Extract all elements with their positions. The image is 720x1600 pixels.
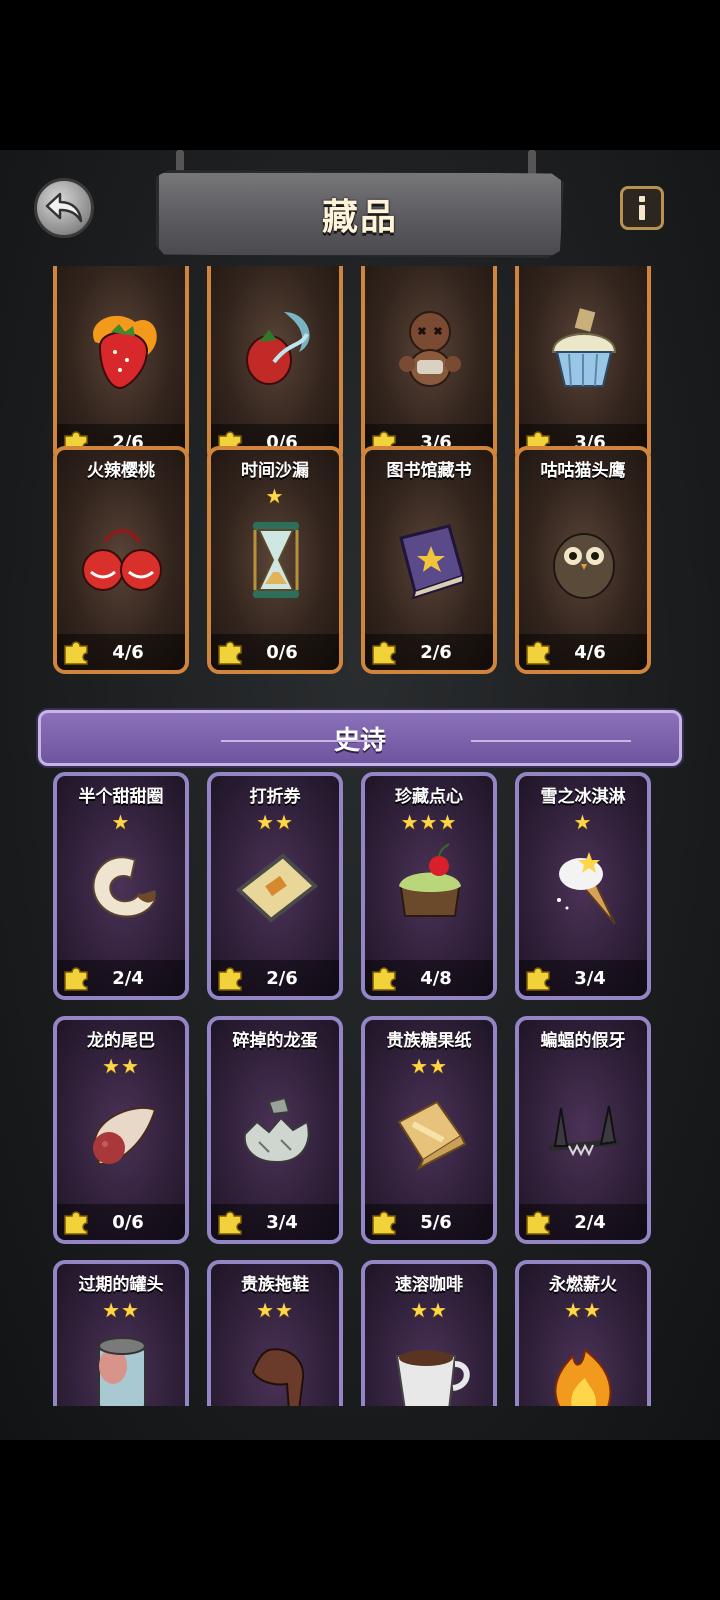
card-stars: ★★ xyxy=(256,1298,294,1322)
card-stars: ★★★ xyxy=(400,810,458,834)
collection-card[interactable]: 打折券 ★★ 2/6 xyxy=(207,772,343,1000)
cake-icon xyxy=(383,838,477,932)
card-name: 咕咕猫头鹰 xyxy=(540,461,626,481)
can-icon xyxy=(75,1326,169,1406)
puzzle-icon xyxy=(64,967,88,991)
card-name: 雪之冰淇淋 xyxy=(540,787,626,807)
collection-card[interactable]: 3/6 xyxy=(515,266,651,464)
info-icon xyxy=(639,196,645,220)
book-icon xyxy=(383,512,477,606)
collection-card[interactable]: 贵族糖果纸 ★★ 5/6 xyxy=(361,1016,497,1244)
section-title: 史诗 xyxy=(333,725,386,756)
puzzle-icon xyxy=(64,641,88,665)
card-name: 图书馆藏书 xyxy=(386,461,472,481)
collection-card[interactable]: 半个甜甜圈 ★ 2/4 xyxy=(53,772,189,1000)
back-button[interactable] xyxy=(34,178,94,238)
puzzle-icon xyxy=(526,641,550,665)
card-stars: ★★ xyxy=(564,1298,602,1322)
collection-card[interactable]: 珍藏点心 ★★★ 4/8 xyxy=(361,772,497,1000)
card-name: 贵族糖果纸 xyxy=(386,1031,472,1051)
collection-card[interactable]: 雪之冰淇淋 ★ 3/4 xyxy=(515,772,651,1000)
hourglass-icon xyxy=(229,512,323,606)
puzzle-icon xyxy=(218,1211,242,1235)
section-header-epic: 史诗 xyxy=(38,710,682,766)
ice-cream-icon xyxy=(537,838,631,932)
meat-icon xyxy=(75,1082,169,1176)
voodoo-doll-icon xyxy=(383,302,477,396)
collection-card[interactable]: 0/6 xyxy=(207,266,343,464)
card-name: 贵族拖鞋 xyxy=(241,1275,309,1295)
collection-grid[interactable]: 2/6 0/6 3/6 3/6 火辣樱桃 4/6 时间沙漏 ★ 0/6 图书馆藏… xyxy=(0,266,720,1406)
collection-card[interactable]: 火辣樱桃 4/6 xyxy=(53,446,189,674)
collection-card[interactable]: 图书馆藏书 2/6 xyxy=(361,446,497,674)
collection-card[interactable]: 速溶咖啡 ★★ xyxy=(361,1260,497,1406)
strawberry-icon xyxy=(75,302,169,396)
owl-icon xyxy=(537,512,631,606)
puzzle-icon xyxy=(218,641,242,665)
fire-icon xyxy=(537,1326,631,1406)
puzzle-icon xyxy=(526,1211,550,1235)
page-title: 藏品 xyxy=(321,197,398,238)
card-name: 速溶咖啡 xyxy=(395,1275,463,1295)
cupcake-icon xyxy=(537,302,631,396)
card-name: 半个甜甜圈 xyxy=(78,787,164,807)
collection-card[interactable]: 蝙蝠的假牙 2/4 xyxy=(515,1016,651,1244)
card-name: 过期的罐头 xyxy=(78,1275,164,1295)
collection-card[interactable]: 3/6 xyxy=(361,266,497,464)
info-button[interactable] xyxy=(620,186,664,230)
wrapper-icon xyxy=(383,1082,477,1176)
card-stars: ★★ xyxy=(102,1298,140,1322)
collection-card[interactable]: 时间沙漏 ★ 0/6 xyxy=(207,446,343,674)
collection-card[interactable]: 过期的罐头 ★★ xyxy=(53,1260,189,1406)
divider-right xyxy=(471,740,631,742)
donut-icon xyxy=(75,838,169,932)
coffee-icon xyxy=(383,1326,477,1406)
card-name: 永燃薪火 xyxy=(549,1275,617,1295)
card-stars: ★★ xyxy=(102,1054,140,1078)
card-stars: ★★ xyxy=(410,1298,448,1322)
puzzle-icon xyxy=(372,641,396,665)
collection-card[interactable]: 龙的尾巴 ★★ 0/6 xyxy=(53,1016,189,1244)
card-name: 龙的尾巴 xyxy=(87,1031,155,1051)
card-name: 蝙蝠的假牙 xyxy=(540,1031,626,1051)
slipper-icon xyxy=(229,1326,323,1406)
card-stars: ★ xyxy=(265,484,285,508)
card-stars: ★★ xyxy=(410,1054,448,1078)
puzzle-icon xyxy=(372,967,396,991)
card-name: 火辣樱桃 xyxy=(87,461,155,481)
collection-card[interactable]: 咕咕猫头鹰 4/6 xyxy=(515,446,651,674)
card-stars: ★ xyxy=(111,810,131,834)
card-name: 时间沙漏 xyxy=(241,461,309,481)
card-stars: ★★ xyxy=(256,810,294,834)
card-stars: ★ xyxy=(573,810,593,834)
collection-card[interactable]: 贵族拖鞋 ★★ xyxy=(207,1260,343,1406)
cherry-icon xyxy=(75,512,169,606)
splash-fruit-icon xyxy=(229,302,323,396)
divider-left xyxy=(221,740,381,742)
title-sign: 藏品 xyxy=(156,170,564,258)
puzzle-icon xyxy=(526,967,550,991)
collection-card[interactable]: 碎掉的龙蛋 3/4 xyxy=(207,1016,343,1244)
collection-card[interactable]: 永燃薪火 ★★ xyxy=(515,1260,651,1406)
puzzle-icon xyxy=(218,967,242,991)
fangs-icon xyxy=(537,1082,631,1176)
card-name: 珍藏点心 xyxy=(395,787,463,807)
puzzle-icon xyxy=(372,1211,396,1235)
card-name: 碎掉的龙蛋 xyxy=(232,1031,318,1051)
card-name: 打折券 xyxy=(249,787,301,807)
collection-card[interactable]: 2/6 xyxy=(53,266,189,464)
egg-icon xyxy=(229,1082,323,1176)
puzzle-icon xyxy=(64,1211,88,1235)
back-arrow-icon xyxy=(45,192,83,223)
coupon-icon xyxy=(229,838,323,932)
